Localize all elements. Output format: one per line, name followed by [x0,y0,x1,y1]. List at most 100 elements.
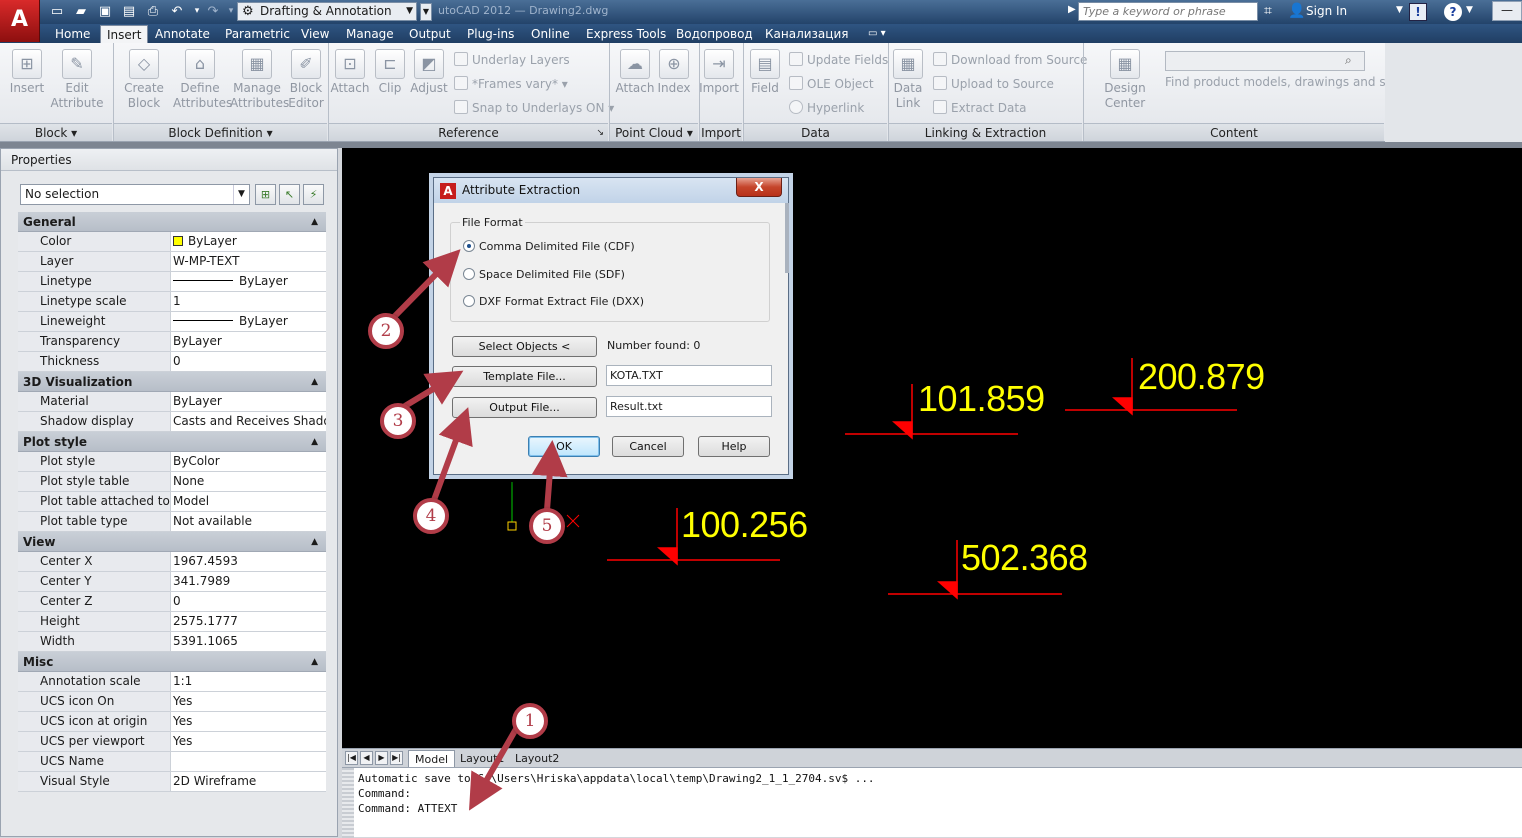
property-value[interactable]: Casts and Receives Shadows [171,412,326,431]
collapse-icon[interactable]: ▲ [311,432,318,452]
download-from-source-button[interactable]: Download from Source [933,51,1087,69]
field-button[interactable]: ▤ Field [738,49,792,96]
quick-access-customize-icon[interactable]: ▼ [420,3,432,21]
output-file-button[interactable]: Output File... [452,397,597,418]
tab-layout2[interactable]: Layout2 [509,750,565,767]
property-value[interactable]: Model [171,492,326,511]
section-misc[interactable]: Misc ▲ [18,652,326,672]
template-file-button[interactable]: Template File... [452,366,597,387]
tab-plug-ins[interactable]: Plug-ins [461,25,520,43]
property-value[interactable]: ByLayer [171,332,326,351]
dialog-launcher-icon[interactable]: ↘ [596,124,604,142]
elevation-label[interactable]: 101.859 [918,381,1045,417]
next-layout-icon[interactable]: ▶ [375,751,388,765]
property-row-thickness[interactable]: Thickness 0 [18,352,326,372]
tab-home[interactable]: Home [49,25,96,43]
elevation-label[interactable]: 200.879 [1138,359,1265,395]
upload-to-source-button[interactable]: Upload to Source [933,75,1054,93]
section-general[interactable]: General ▲ [18,212,326,232]
output-file-field[interactable]: Result.txt [606,396,772,417]
first-layout-icon[interactable]: |◀ [345,751,358,765]
application-menu-button[interactable]: A [0,0,40,42]
search-expand-icon[interactable]: ▶ [1068,4,1076,15]
property-value[interactable]: Yes [171,692,326,711]
property-value[interactable]: Yes [171,732,326,751]
insert-block-button[interactable]: ⊞ Insert [0,49,54,96]
property-row-material[interactable]: Material ByLayer [18,392,326,412]
property-value[interactable]: 1967.4593 [171,552,326,571]
property-value[interactable] [171,752,326,771]
select-objects-button[interactable]: Select Objects < [452,336,597,357]
property-row-plot-style[interactable]: Plot style ByColor [18,452,326,472]
property-value[interactable]: 1 [171,292,326,311]
underlay-layers-button[interactable]: Underlay Layers [454,51,570,69]
undo-icon[interactable]: ↶ [168,3,186,20]
redo-icon[interactable]: ↷ [204,3,222,20]
command-line-grip[interactable] [342,768,354,838]
tab-parametric[interactable]: Parametric [219,25,296,43]
property-value[interactable]: W-MP-TEXT [171,252,326,271]
point-cloud-panel-title[interactable]: Point Cloud ▾ [610,123,698,141]
property-value[interactable]: 5391.1065 [171,632,326,651]
property-row-transparency[interactable]: Transparency ByLayer [18,332,326,352]
command-line[interactable]: Automatic save to C:\Users\Hriska\appdat… [342,767,1522,838]
tab-kanalizatsiya[interactable]: Канализация [759,25,854,43]
section-3d-visualization[interactable]: 3D Visualization ▲ [18,372,326,392]
workspace-switcher[interactable]: ⚙ Drafting & Annotation ▼ [237,2,417,21]
user-icon[interactable]: 👤 [1288,3,1305,19]
property-row-shadow-display[interactable]: Shadow displayCasts and Receives Shadows [18,412,326,432]
property-value[interactable]: ByLayer [171,392,326,411]
content-search-input[interactable] [1165,51,1365,71]
print-icon[interactable]: ⎙ [144,3,162,20]
sign-in-link[interactable]: Sign In [1306,4,1347,18]
open-file-icon[interactable]: ▰ [72,3,90,20]
extract-data-button[interactable]: Extract Data [933,99,1026,117]
section-plot-style[interactable]: Plot style ▲ [18,432,326,452]
property-row-lineweight[interactable]: Lineweight ByLayer [18,312,326,332]
ok-button[interactable]: OK [528,436,600,457]
property-value[interactable]: ByLayer [171,232,326,251]
edit-attribute-button[interactable]: ✎ Edit Attribute [50,49,104,111]
save-as-icon[interactable]: ▤ [120,3,138,20]
update-fields-button[interactable]: Update Fields [789,51,888,69]
new-file-icon[interactable]: ▭ [48,3,66,20]
block-panel-title[interactable]: Block ▾ [0,123,112,141]
tab-online[interactable]: Online [525,25,576,43]
exchange-icon[interactable]: ! [1409,3,1427,21]
minimize-button[interactable]: — [1492,1,1522,21]
select-objects-icon[interactable]: ↖ [279,184,300,205]
property-value[interactable]: 0 [171,352,326,371]
define-attributes-button[interactable]: ⌂ Define Attributes [173,49,232,111]
property-row-center-x[interactable]: Center X 1967.4593 [18,552,326,572]
toggle-pickadd-icon[interactable]: ⊞ [255,184,276,205]
property-value[interactable]: 341.7989 [171,572,326,591]
hyperlink-button[interactable]: Hyperlink [789,99,864,117]
prev-layout-icon[interactable]: ◀ [360,751,373,765]
tab-vodoprovod[interactable]: Водопровод [670,25,759,43]
property-row-center-y[interactable]: Center Y 341.7989 [18,572,326,592]
search-icon[interactable]: ⌕ [1345,53,1352,68]
property-row-color[interactable]: Color ByLayer [18,232,326,252]
tab-model[interactable]: Model [408,750,456,767]
help-button[interactable]: Help [698,436,770,457]
quick-select-icon[interactable]: ⚡ [303,184,324,205]
property-value[interactable]: 1:1 [171,672,326,691]
tab-layout1[interactable]: Layout1 [454,750,510,767]
property-value[interactable]: Not available [171,512,326,531]
property-row-visual-style[interactable]: Visual Style 2D Wireframe [18,772,326,792]
create-block-button[interactable]: ◇ Create Block [117,49,171,111]
search-input[interactable]: Type a keyword or phrase [1078,2,1258,21]
design-center-button[interactable]: ▦ Design Center [1090,49,1160,111]
reference-panel-title[interactable]: Reference ↘ [329,123,608,141]
property-row-layer[interactable]: Layer W-MP-TEXT [18,252,326,272]
property-row-linetype[interactable]: Linetype ByLayer [18,272,326,292]
collapse-icon[interactable]: ▲ [311,212,318,232]
section-view[interactable]: View ▲ [18,532,326,552]
data-link-button[interactable]: ▦ Data Link [881,49,935,111]
help-dropdown-icon[interactable]: ▼ [1466,5,1473,15]
dialog-scrollbar[interactable] [785,203,789,273]
property-row-center-z[interactable]: Center Z0 [18,592,326,612]
properties-title[interactable]: Properties [1,149,337,171]
property-value[interactable]: None [171,472,326,491]
property-value[interactable]: 0 [171,592,326,611]
